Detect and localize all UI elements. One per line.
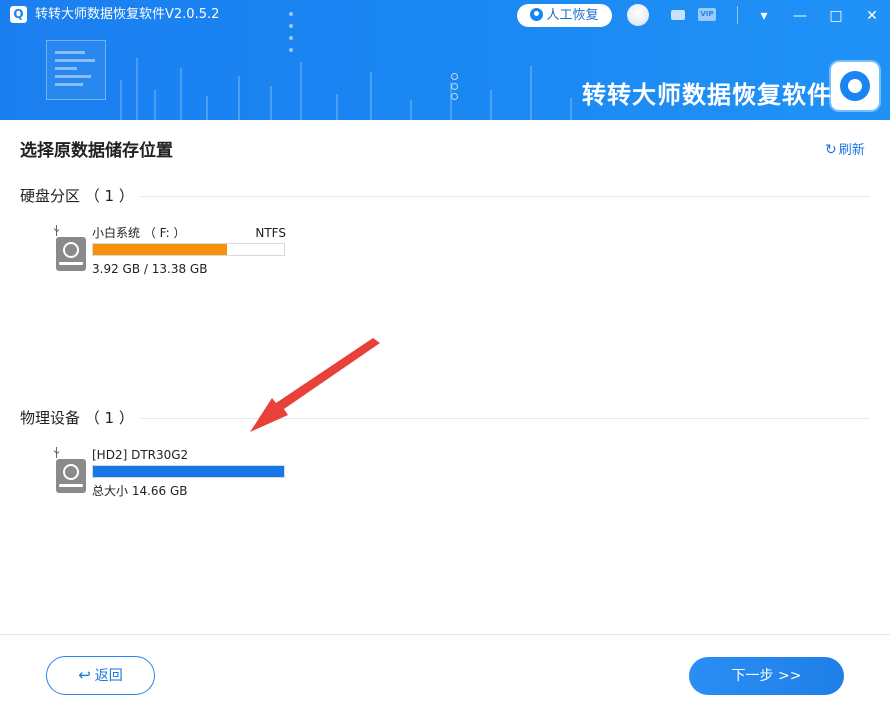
menu-dropdown-button[interactable]: ▾ (754, 6, 774, 26)
footer-divider (0, 634, 890, 635)
next-step-button[interactable]: 下一步 >> (689, 657, 844, 695)
decorative-board (46, 40, 106, 100)
manual-recovery-label: 人工恢复 (546, 8, 599, 23)
back-label: 返回 (94, 668, 123, 684)
drive-size: 总大小 14.66 GB (92, 484, 188, 498)
window-title: 转转大师数据恢复软件V2.0.5.2 (35, 7, 220, 22)
refresh-button[interactable]: ↻ 刷新 (825, 141, 865, 160)
drive-item-partition-f[interactable]: 小白系统 （ F: ） NTFS 3.92 GB / 13.38 GB (53, 225, 293, 281)
manual-recovery-button[interactable]: 人工恢复 (517, 4, 612, 27)
brand-name: 转转大师数据恢复软件 (582, 81, 832, 109)
back-button[interactable]: ↩ 返回 (46, 656, 155, 695)
toolbar-divider (737, 6, 738, 24)
usb-icon (53, 225, 60, 236)
usb-icon (53, 447, 60, 458)
page-title: 选择原数据储存位置 (20, 141, 173, 161)
brand-logo-icon (831, 62, 879, 110)
return-arrow-icon: ↩ (78, 666, 91, 684)
minimize-button[interactable]: — (790, 6, 810, 26)
drive-usage-fill (93, 244, 227, 255)
section-divider (140, 418, 870, 419)
message-icon[interactable] (671, 10, 685, 20)
decorative-lines (110, 40, 590, 120)
hard-disk-icon (56, 459, 86, 493)
drive-size: 3.92 GB / 13.38 GB (92, 262, 208, 276)
drive-name: [HD2] DTR30G2 (92, 448, 189, 462)
close-button[interactable]: ✕ (862, 6, 882, 26)
app-header: Q 转转大师数据恢复软件V2.0.5.2 人工恢复 VIP ▾ — □ ✕ 转转… (0, 0, 890, 120)
drive-usage-bar (92, 243, 285, 256)
customer-service-icon (530, 8, 544, 21)
section-title-physical-devices: 物理设备 （ 1 ） (20, 409, 134, 427)
refresh-label: 刷新 (838, 143, 865, 158)
drive-usage-fill (93, 466, 284, 477)
user-avatar[interactable] (627, 4, 649, 26)
hard-disk-icon (56, 237, 86, 271)
maximize-button[interactable]: □ (826, 6, 846, 26)
drive-filesystem: NTFS (255, 226, 286, 240)
drive-item-physical-hd2[interactable]: [HD2] DTR30G2 总大小 14.66 GB (53, 447, 293, 503)
section-title-partitions: 硬盘分区 （ 1 ） (20, 187, 134, 205)
section-divider (140, 196, 870, 197)
drive-name: 小白系统 （ F: ） (92, 226, 186, 240)
refresh-icon: ↻ (825, 142, 837, 158)
app-logo-icon: Q (10, 6, 27, 23)
drive-usage-bar (92, 465, 285, 478)
vip-badge-icon[interactable]: VIP (698, 8, 716, 21)
